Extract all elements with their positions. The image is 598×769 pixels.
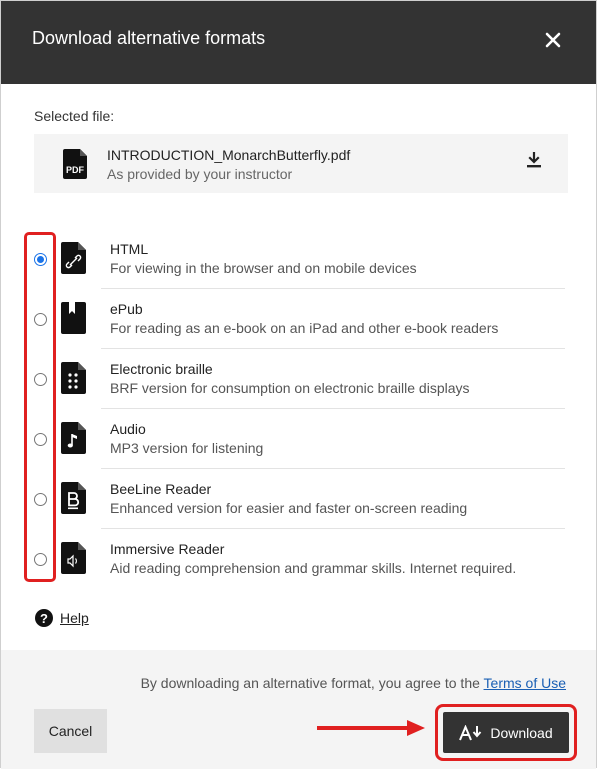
option-beeline-reader[interactable]: BeeLine Reader Enhanced version for easi… [1,469,596,529]
option-immersive-reader[interactable]: Immersive Reader Aid reading comprehensi… [1,529,596,589]
svg-text:PDF: PDF [66,165,85,175]
selected-file-label: Selected file: [34,108,115,124]
text-download-icon [459,724,483,741]
close-button[interactable] [542,29,564,51]
html-file-icon [61,242,86,274]
option-description: Enhanced version for easier and faster o… [110,500,468,516]
option-description: BRF version for consumption on electroni… [110,380,470,396]
dialog-header: Download alternative formats [1,1,596,84]
dialog-footer: By downloading an alternative format, yo… [1,650,596,769]
option-description: MP3 version for listening [110,440,264,456]
cancel-button[interactable]: Cancel [34,709,107,753]
help-icon: ? [35,609,53,627]
epub-file-icon [61,302,86,334]
help-link[interactable]: ? Help [35,609,89,627]
download-highlight-annotation: Download [435,704,577,761]
option-epub[interactable]: ePub For reading as an e-book on an iPad… [1,289,596,349]
option-label: HTML [110,241,149,257]
option-label: BeeLine Reader [110,481,212,497]
option-electronic-braille[interactable]: Electronic braille BRF version for consu… [1,349,596,409]
immersive-reader-file-icon [61,542,86,574]
red-arrow-annotation [317,720,425,736]
option-label: ePub [110,301,143,317]
help-label: Help [60,610,89,626]
terms-of-use-link[interactable]: Terms of Use [484,675,566,691]
option-label: Immersive Reader [110,541,225,557]
option-html[interactable]: HTML For viewing in the browser and on m… [1,229,596,289]
option-description: Aid reading comprehension and grammar sk… [110,560,517,576]
option-label: Electronic braille [110,361,213,377]
download-original-button[interactable] [527,151,541,173]
audio-file-icon [61,422,86,454]
beeline-file-icon [61,482,86,514]
agreement-text: By downloading an alternative format, yo… [140,675,484,691]
close-icon [545,32,561,48]
option-description: For reading as an e-book on an iPad and … [110,320,499,336]
download-icon [527,151,541,168]
file-name: INTRODUCTION_MonarchButterfly.pdf [107,147,351,163]
download-alternative-formats-dialog: Download alternative formats Selected fi… [0,0,597,769]
file-source: As provided by your instructor [107,166,293,182]
dialog-title: Download alternative formats [32,28,266,48]
terms-agreement: By downloading an alternative format, yo… [141,675,566,691]
radio-highlight-annotation [24,232,56,582]
option-label: Audio [110,421,146,437]
download-label: Download [490,724,553,741]
braille-file-icon [61,362,86,394]
download-button[interactable]: Download [443,712,569,753]
selected-file-box: PDF INTRODUCTION_MonarchButterfly.pdf As… [34,134,568,193]
option-audio[interactable]: Audio MP3 version for listening [1,409,596,469]
pdf-icon: PDF [63,149,87,179]
option-description: For viewing in the browser and on mobile… [110,260,417,276]
